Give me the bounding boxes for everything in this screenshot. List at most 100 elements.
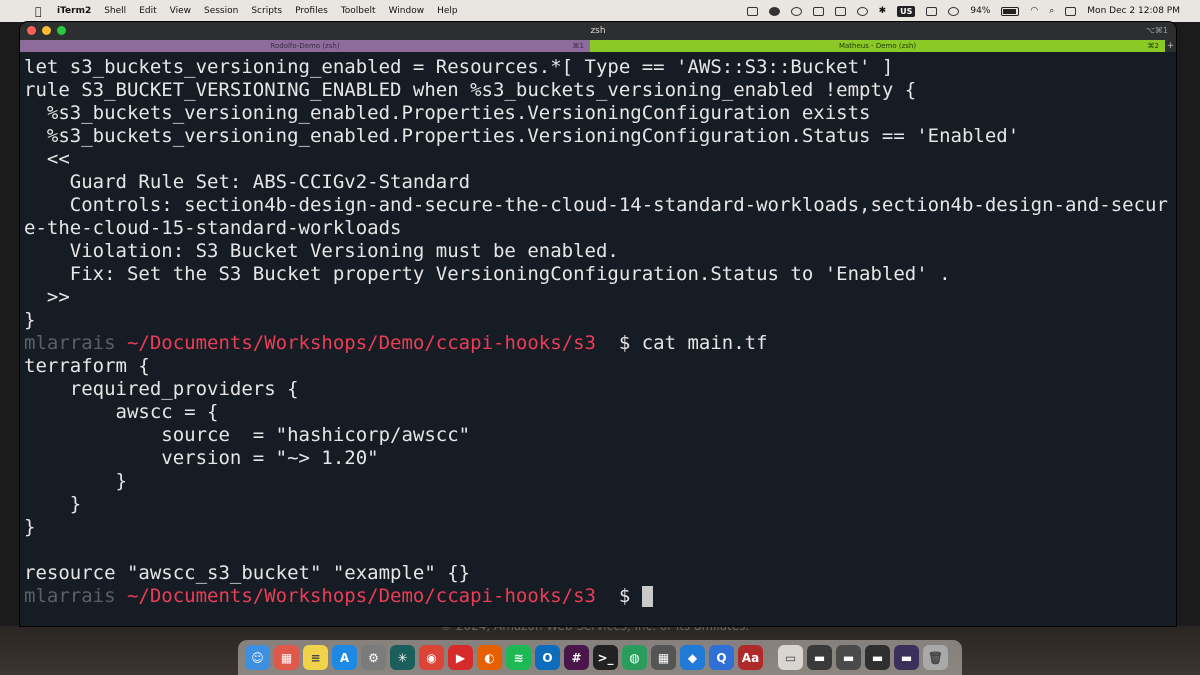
new-tab-button[interactable]: +	[1165, 40, 1176, 52]
tab-label: Matheus - Demo (zsh)	[838, 42, 917, 50]
vscode-icon[interactable]: ◆	[680, 645, 705, 670]
menu-profiles[interactable]: Profiles	[295, 6, 328, 16]
terminal-line: Guard Rule Set: ABS-CCIGv2-Standard	[24, 171, 471, 193]
terminal-line: rule S3_BUCKET_VERSIONING_ENABLED when %…	[24, 79, 917, 101]
window-thumbnail-icon[interactable]: ▬	[836, 645, 861, 670]
terminal-output[interactable]: let s3_buckets_versioning_enabled = Reso…	[24, 56, 1172, 626]
perplexity-icon[interactable]: ✳	[390, 645, 415, 670]
dock: ☺ ▦ ≡ A ⚙ ✳ ◉ ▶ ◐ ≋ O # >_ ◍ ▦ ◆ Q Aa ▭ ▬ ▬ ▬ ▬ 🗑	[238, 640, 962, 675]
apple-menu-icon[interactable]: 	[35, 5, 45, 18]
window-shortcut: ⌥⌘1	[1145, 26, 1168, 35]
firefox-icon[interactable]: ◐	[477, 645, 502, 670]
shield-icon[interactable]	[812, 6, 824, 16]
terminal-line: awscc = {	[24, 401, 219, 423]
app-store-icon[interactable]: A	[332, 645, 357, 670]
trash-icon[interactable]: 🗑	[923, 645, 948, 670]
menu-scripts[interactable]: Scripts	[251, 6, 282, 16]
terminal-line: required_providers {	[24, 378, 299, 400]
prompt-path: ~/Documents/Workshops/Demo/ccapi-hooks/s…	[115, 332, 608, 354]
close-window-button[interactable]	[27, 26, 36, 35]
terminal-line: <<	[24, 148, 70, 170]
terminal-line: %s3_buckets_versioning_enabled.Propertie…	[24, 125, 1020, 147]
tab-matheus-demo[interactable]: Matheus - Demo (zsh) ⌘2	[590, 40, 1165, 52]
terminal-cursor[interactable]	[641, 586, 653, 607]
terminal-line: %s3_buckets_versioning_enabled.Propertie…	[24, 102, 871, 124]
bluetooth-icon[interactable]: ✱	[879, 6, 887, 16]
terminal-line: Fix: Set the S3 Bucket property Versioni…	[24, 263, 951, 285]
clipboard-icon[interactable]	[746, 6, 758, 16]
prompt-path: ~/Documents/Workshops/Demo/ccapi-hooks/s…	[115, 585, 608, 607]
window-thumbnail-icon[interactable]: ▬	[894, 645, 919, 670]
menubar-clock[interactable]: Mon Dec 2 12:08 PM	[1087, 6, 1180, 16]
launchpad-icon[interactable]: ▦	[274, 645, 299, 670]
menu-toolbelt[interactable]: Toolbelt	[341, 6, 376, 16]
terminal-line: }	[24, 309, 36, 331]
terminal-line: terraform {	[24, 355, 150, 377]
calculator-icon[interactable]: ▦	[651, 645, 676, 670]
tab-shortcut: ⌘2	[1147, 42, 1159, 50]
prompt-symbol: $	[607, 332, 642, 354]
zoom-window-button[interactable]	[57, 26, 66, 35]
window-thumbnail-icon[interactable]: ▬	[807, 645, 832, 670]
notes-icon[interactable]: ≡	[303, 645, 328, 670]
pdf-reader-icon[interactable]: ▶	[448, 645, 473, 670]
document-icon[interactable]: ▭	[778, 645, 803, 670]
shell-prompt-line[interactable]: mlarrais ~/Documents/Workshops/Demo/ccap…	[24, 585, 1172, 608]
menu-shell[interactable]: Shell	[104, 6, 126, 16]
slack-icon[interactable]: #	[564, 645, 589, 670]
terminal-line: >>	[24, 286, 70, 308]
menu-edit[interactable]: Edit	[139, 6, 156, 16]
menubar:  iTerm2 Shell Edit View Session Scripts…	[0, 0, 1200, 22]
menu-window[interactable]: Window	[389, 6, 425, 16]
terminal-line: }	[24, 516, 36, 538]
terminal-line: source = "hashicorp/awscc"	[24, 424, 471, 446]
tab-bar: Rodolfo-Demo (zsh) ⌘1 Matheus - Demo (zs…	[20, 40, 1176, 52]
outlook-icon[interactable]: O	[535, 645, 560, 670]
display-icon[interactable]	[926, 6, 938, 16]
spotify-icon[interactable]: ≋	[506, 645, 531, 670]
battery-percent: 94%	[970, 6, 991, 16]
window-titlebar[interactable]: zsh ⌥⌘1	[20, 22, 1176, 40]
terminal-line: }	[24, 493, 82, 515]
terminal-line: resource "awscc_s3_bucket" "example" {}	[24, 562, 471, 584]
screen-mirror-icon[interactable]	[834, 6, 846, 16]
terminal-line: }	[24, 470, 127, 492]
minimize-window-button[interactable]	[42, 26, 51, 35]
menu-app-name[interactable]: iTerm2	[57, 6, 91, 16]
tab-label: Rodolfo-Demo (zsh)	[270, 42, 340, 50]
status-area: ✱ US 94% ◠ ⌕ Mon Dec 2 12:08 PM	[746, 0, 1180, 22]
menu-help[interactable]: Help	[437, 6, 458, 16]
prompt-command: cat main.tf	[641, 332, 768, 354]
terminal-line: Controls: section4b-design-and-secure-th…	[24, 194, 1168, 216]
prompt-symbol: $	[607, 585, 642, 607]
battery-icon[interactable]	[1001, 6, 1020, 16]
menu-session[interactable]: Session	[204, 6, 238, 16]
prompt-user: mlarrais	[24, 332, 116, 354]
wifi-icon[interactable]: ◠	[1030, 6, 1038, 16]
tab-rodolfo-demo[interactable]: Rodolfo-Demo (zsh) ⌘1	[20, 40, 590, 52]
vpn-icon[interactable]	[856, 6, 868, 16]
shell-prompt-line: mlarrais ~/Documents/Workshops/Demo/ccap…	[24, 332, 1172, 355]
sync-icon[interactable]	[790, 6, 802, 16]
control-center-icon[interactable]	[1065, 6, 1077, 16]
tab-shortcut: ⌘1	[572, 42, 584, 50]
quip-icon[interactable]: Q	[709, 645, 734, 670]
system-settings-icon[interactable]: ⚙	[361, 645, 386, 670]
iterm-icon[interactable]: >_	[593, 645, 618, 670]
dictionary-icon[interactable]: Aa	[738, 645, 763, 670]
prompt-user: mlarrais	[24, 585, 116, 607]
input-source-badge[interactable]: US	[897, 5, 916, 17]
terminal-line: e-the-cloud-15-standard-workloads	[24, 217, 402, 239]
window-thumbnail-icon[interactable]: ▬	[865, 645, 890, 670]
window-title: zsh	[590, 26, 606, 36]
finder-icon[interactable]: ☺	[245, 645, 270, 670]
chrome-icon[interactable]: ◉	[419, 645, 444, 670]
iterm-window: zsh ⌥⌘1 Rodolfo-Demo (zsh) ⌘1 Matheus - …	[20, 22, 1176, 626]
timer-icon[interactable]	[948, 6, 960, 16]
globe-icon[interactable]: ◍	[622, 645, 647, 670]
spotlight-search-icon[interactable]: ⌕	[1049, 6, 1054, 16]
terminal-line: version = "~> 1.20"	[24, 447, 379, 469]
menu-view[interactable]: View	[170, 6, 191, 16]
app-status-icon[interactable]	[768, 6, 780, 16]
